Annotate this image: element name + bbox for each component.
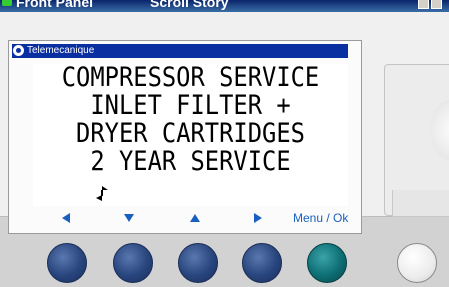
menu-ok-button[interactable]	[307, 243, 347, 283]
lcd-line-2: INLET FILTER +	[90, 90, 291, 121]
right-key-button[interactable]	[242, 243, 282, 283]
lcd-screen: COMPRESSOR SERVICE INLET FILTER + DRYER …	[33, 64, 348, 206]
up-key-button[interactable]	[178, 243, 218, 283]
down-arrow-icon	[124, 214, 134, 222]
lcd-line-3: DRYER CARTRIDGES	[76, 118, 305, 149]
brand-logo-icon	[13, 45, 24, 56]
lcd-cursor-icon	[96, 186, 108, 201]
window-title: Front Panel	[16, 0, 94, 10]
brand-bar: Telemecanique	[12, 44, 348, 58]
menu-ok-label: Menu / Ok	[293, 211, 349, 225]
maximize-button[interactable]	[431, 0, 442, 9]
brand-name: Telemecanique	[27, 45, 95, 56]
left-key-button[interactable]	[47, 243, 87, 283]
lcd-line-1: COMPRESSOR SERVICE	[61, 62, 320, 93]
nav-label-row: Menu / Ok	[40, 209, 360, 229]
lcd-line-4: 2 YEAR SERVICE	[90, 146, 291, 177]
down-key-button[interactable]	[113, 243, 153, 283]
left-arrow-icon	[62, 213, 70, 223]
up-arrow-icon	[190, 214, 200, 222]
window-titlebar: Front Panel Scroll Story	[0, 0, 449, 12]
right-arrow-icon	[254, 213, 262, 223]
app-icon	[2, 0, 12, 6]
side-tab	[392, 190, 449, 217]
window-title-extra: Scroll Story	[150, 0, 229, 10]
escape-button[interactable]	[397, 243, 437, 283]
minimize-button[interactable]	[418, 0, 429, 9]
